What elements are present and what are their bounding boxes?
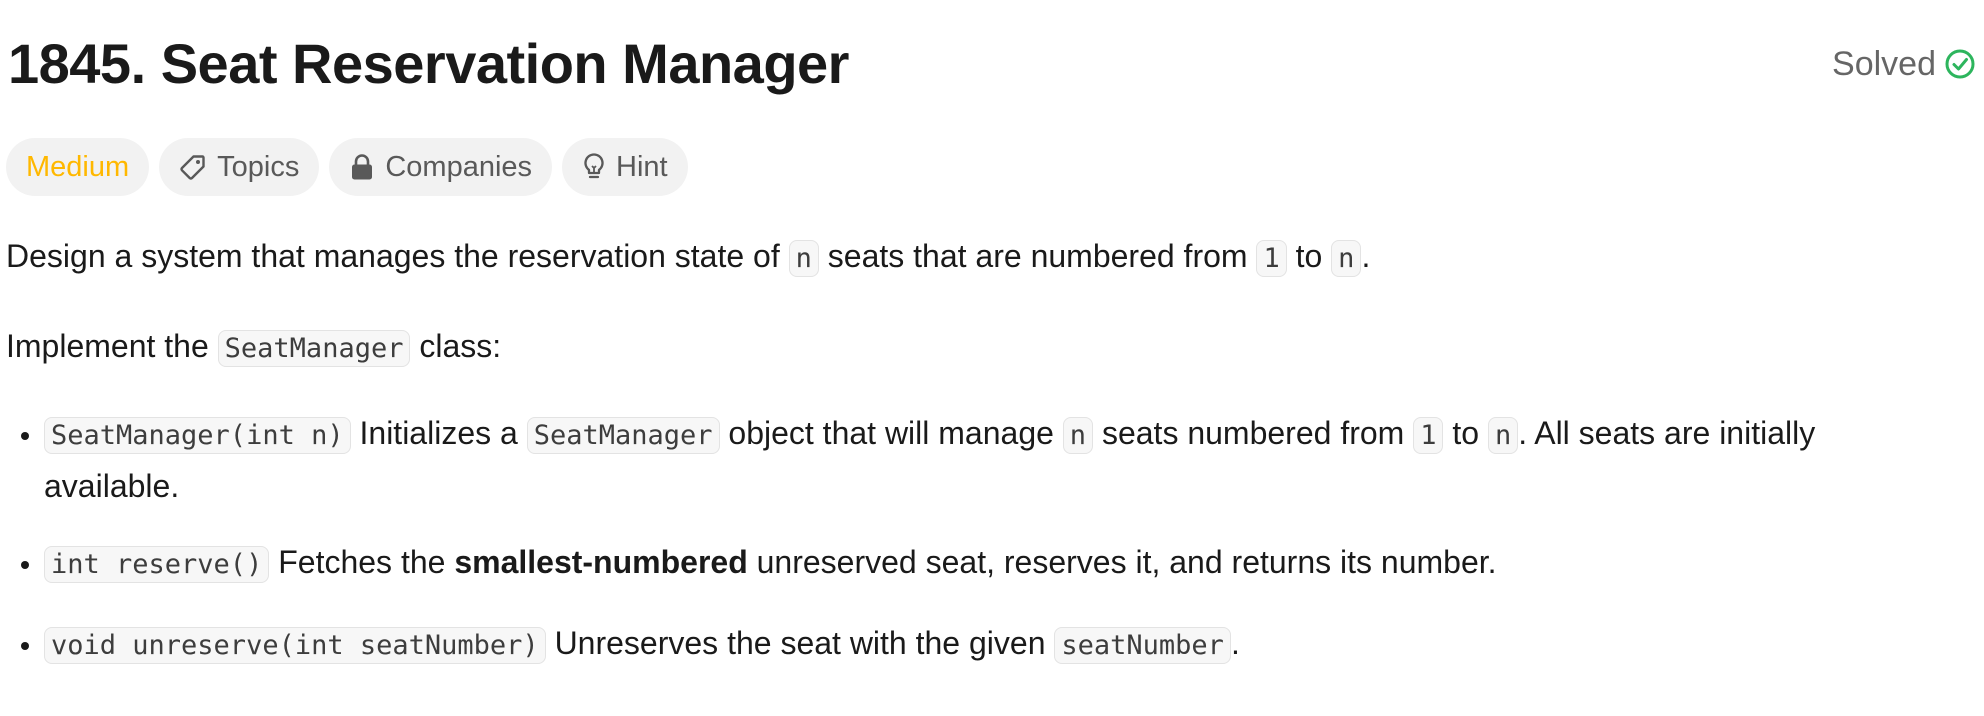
implement-paragraph: Implement the SeatManager class: bbox=[6, 320, 501, 375]
problem-description-panel: 1845. Seat Reservation Manager Solved Me… bbox=[0, 0, 1984, 716]
solved-label: Solved bbox=[1832, 45, 1936, 83]
intro-text: Design a system that manages the reserva… bbox=[6, 238, 789, 274]
topics-label: Topics bbox=[217, 150, 300, 183]
inline-code: seatNumber bbox=[1054, 627, 1231, 664]
companies-button[interactable]: Companies bbox=[329, 138, 553, 196]
difficulty-badge[interactable]: Medium bbox=[6, 138, 150, 196]
topics-button[interactable]: Topics bbox=[159, 138, 320, 196]
inline-code: n bbox=[788, 240, 819, 277]
inline-code: 1 bbox=[1413, 417, 1444, 454]
implement-text: class: bbox=[410, 328, 502, 364]
inline-code: n bbox=[1487, 417, 1519, 454]
hint-label: Hint bbox=[616, 150, 668, 183]
list-item: void unreserve(int seatNumber) Unreserve… bbox=[44, 618, 1864, 671]
item-text: Unreserves the seat with the given bbox=[545, 625, 1055, 661]
check-circle-icon bbox=[1944, 48, 1976, 80]
item-text: seats numbered from bbox=[1093, 415, 1414, 451]
intro-text: to bbox=[1286, 238, 1332, 274]
lightbulb-icon bbox=[582, 152, 606, 182]
intro-paragraph: Design a system that manages the reserva… bbox=[6, 230, 1370, 285]
inline-code: n bbox=[1062, 417, 1094, 454]
tag-icon bbox=[179, 153, 207, 181]
lock-icon bbox=[349, 153, 375, 181]
list-item: int reserve() Fetches the smallest-numbe… bbox=[44, 537, 1864, 590]
difficulty-label: Medium bbox=[26, 150, 130, 183]
method-list: SeatManager(int n) Initializes a SeatMan… bbox=[6, 408, 1864, 671]
intro-text: . bbox=[1361, 238, 1371, 274]
companies-label: Companies bbox=[385, 150, 533, 183]
implement-text: Implement the bbox=[6, 328, 218, 364]
inline-code: 1 bbox=[1256, 240, 1287, 277]
problem-header: 1845. Seat Reservation Manager Solved bbox=[8, 28, 1976, 100]
item-text: to bbox=[1443, 415, 1488, 451]
inline-code: int reserve() bbox=[44, 546, 270, 583]
item-text: object that will manage bbox=[719, 415, 1063, 451]
item-text: unreserved seat, reserves it, and return… bbox=[747, 544, 1497, 580]
inline-code: SeatManager bbox=[526, 417, 720, 454]
item-text: . bbox=[1230, 625, 1240, 661]
item-text: Fetches the bbox=[269, 544, 455, 580]
intro-text: seats that are numbered from bbox=[818, 238, 1257, 274]
emphasized-text: smallest-numbered bbox=[454, 544, 748, 580]
inline-code: SeatManager(int n) bbox=[44, 417, 351, 454]
inline-code: void unreserve(int seatNumber) bbox=[44, 627, 546, 664]
list-item: SeatManager(int n) Initializes a SeatMan… bbox=[44, 408, 1864, 511]
problem-title[interactable]: 1845. Seat Reservation Manager bbox=[8, 28, 849, 100]
problem-tags: Medium Topics Companies Hint bbox=[6, 138, 688, 196]
item-text: Initializes a bbox=[350, 415, 527, 451]
hint-button[interactable]: Hint bbox=[562, 138, 688, 196]
inline-code: n bbox=[1331, 240, 1362, 277]
solved-status: Solved bbox=[1832, 42, 1976, 86]
inline-code: SeatManager bbox=[217, 330, 411, 367]
